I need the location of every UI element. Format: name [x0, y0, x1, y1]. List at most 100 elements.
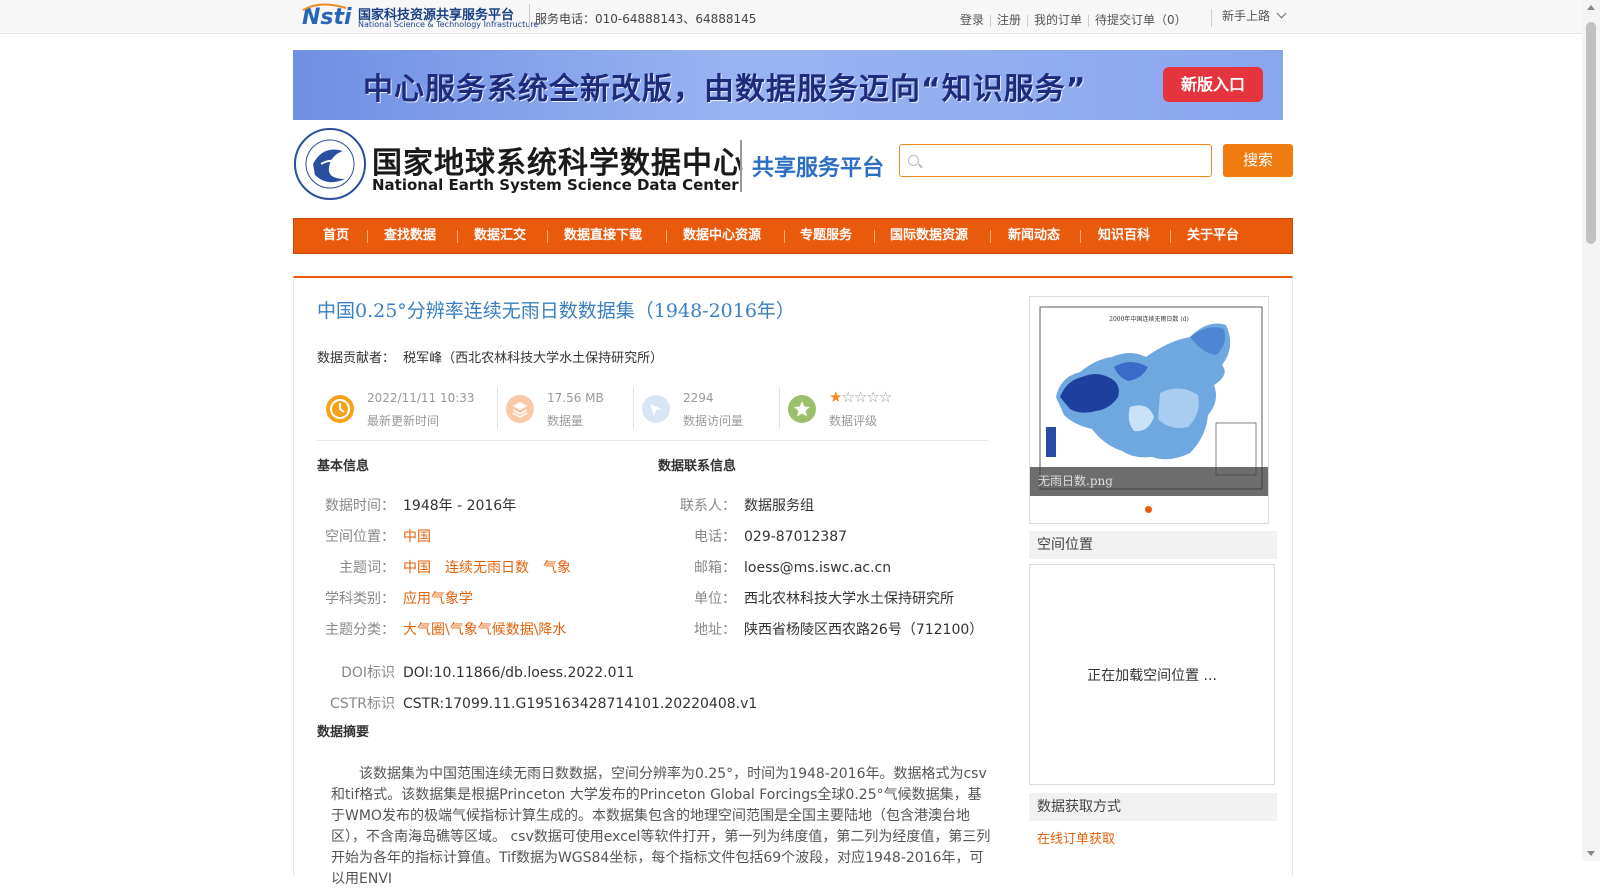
star-empty-icon[interactable]: ☆: [866, 388, 879, 406]
contact-address: 地址： 陕西省杨陵区西农路26号（712100）: [662, 619, 983, 639]
center-title-en: National Earth System Science Data Cente…: [372, 176, 739, 194]
scroll-up-icon[interactable]: [1587, 5, 1595, 10]
visits-icon: [642, 395, 670, 423]
nav-separator: [1080, 230, 1081, 243]
size-label: 数据量: [547, 414, 584, 428]
nav-item-direct-download[interactable]: 数据直接下载: [564, 219, 642, 253]
email-value: loess@ms.iswc.ac.cn: [744, 560, 892, 576]
newbie-label: 新手上路: [1222, 9, 1271, 23]
page-scrollbar[interactable]: [1582, 0, 1600, 861]
newbie-dropdown[interactable]: 新手上路: [1222, 7, 1287, 24]
nav-item-news[interactable]: 新闻动态: [1008, 219, 1060, 253]
nsti-logo[interactable]: Nsti 国家科技资源共享服务平台 National Science & Tec…: [300, 2, 538, 32]
register-link[interactable]: 注册: [997, 13, 1021, 27]
layers-icon: [506, 395, 534, 423]
cstr-value: CSTR:17099.11.G195163428714101.20220408.…: [403, 696, 758, 712]
newbie-divider: [1211, 9, 1212, 27]
chevron-down-icon: [1276, 8, 1287, 19]
access-heading: 数据获取方式: [1029, 793, 1277, 821]
nav-separator: [367, 230, 368, 243]
updated-value: 2022/11/11 10:33: [367, 391, 475, 405]
abstract-text: 该数据集为中国范围连续无雨日数数据，空间分辨率为0.25°，时间为1948-20…: [331, 766, 991, 887]
svg-text:2000年中国连续无雨日数 (d): 2000年中国连续无雨日数 (d): [1109, 315, 1189, 323]
contact-email: 邮箱： loess@ms.iswc.ac.cn: [662, 557, 891, 577]
org-label: 单位：: [694, 591, 736, 607]
nav-item-special-services[interactable]: 专题服务: [800, 219, 852, 253]
keyword-link[interactable]: 连续无雨日数: [445, 560, 529, 576]
rating-stars: ★☆☆☆☆: [829, 388, 892, 406]
contact-phone: 电话： 029-87012387: [662, 526, 847, 546]
location-label: 空间位置：: [325, 529, 395, 545]
star-empty-icon[interactable]: ☆: [854, 388, 867, 406]
map-loading-text: 正在加载空间位置 ...: [1087, 668, 1217, 684]
carousel-dot[interactable]: [1145, 506, 1152, 513]
center-emblem-icon: [294, 128, 366, 200]
nav-item-knowledge[interactable]: 知识百科: [1098, 219, 1150, 253]
email-label: 邮箱：: [694, 560, 736, 576]
nav-separator: [666, 230, 667, 243]
scroll-down-icon[interactable]: [1587, 851, 1595, 856]
rating-label: 数据评级: [829, 414, 878, 428]
discipline-label: 学科类别：: [325, 591, 395, 607]
clock-icon: [326, 395, 354, 423]
category-value[interactable]: 大气圈\气象气候数据\降水: [403, 622, 566, 638]
platform-label: 共享服务平台: [752, 156, 885, 181]
main-nav: 首页 查找数据 数据汇交 数据直接下载 数据中心资源 专题服务 国际数据资源 新…: [293, 218, 1293, 254]
search-box: [899, 144, 1212, 177]
spatial-map[interactable]: 正在加载空间位置 ...: [1029, 564, 1275, 785]
basic-info-heading: 基本信息: [317, 459, 370, 474]
header-divider: [740, 140, 742, 192]
dataset-stats: 2022/11/11 10:33 最新更新时间 17.56 MB 数据量 229…: [317, 385, 988, 441]
size-value: 17.56 MB: [547, 391, 604, 405]
promo-banner[interactable]: 中心服务系统全新改版，由数据服务迈向“知识服务” 新版入口: [293, 50, 1283, 120]
banner-text: 中心服务系统全新改版，由数据服务迈向“知识服务”: [363, 72, 1087, 107]
new-version-button[interactable]: 新版入口: [1163, 67, 1263, 102]
stat-size: 17.56 MB 数据量: [497, 385, 633, 433]
center-logo[interactable]: [293, 127, 368, 206]
keyword-link[interactable]: 气象: [543, 560, 571, 576]
abstract-heading: 数据摘要: [317, 725, 370, 740]
login-link[interactable]: 登录: [960, 13, 984, 27]
address-value: 陕西省杨陵区西农路26号（712100）: [744, 622, 984, 638]
pending-orders-link[interactable]: 待提交订单（0）: [1095, 13, 1187, 27]
stat-visits: 2294 数据访问量: [633, 385, 779, 433]
search-button[interactable]: 搜索: [1223, 144, 1293, 177]
scrollbar-thumb[interactable]: [1586, 22, 1596, 244]
my-orders-link[interactable]: 我的订单: [1034, 13, 1082, 27]
nsti-title-en: National Science & Technology Infrastruc…: [358, 20, 539, 29]
star-filled-icon[interactable]: ★: [829, 388, 842, 406]
star-empty-icon[interactable]: ☆: [879, 388, 892, 406]
dataset-contributor: 数据贡献者： 税军峰（西北农林科技大学水土保持研究所）: [317, 347, 663, 366]
doi-label: DOI标识: [341, 665, 395, 681]
nav-separator: [784, 230, 785, 243]
nav-item-data-submission[interactable]: 数据汇交: [474, 219, 526, 253]
nav-item-find-data[interactable]: 查找数据: [384, 219, 436, 253]
nav-separator: [457, 230, 458, 243]
phone-value: 029-87012387: [744, 529, 848, 545]
star-empty-icon[interactable]: ☆: [841, 388, 854, 406]
search-input[interactable]: [926, 145, 1206, 176]
nav-item-home[interactable]: 首页: [323, 219, 349, 253]
category-label: 主题分类：: [325, 622, 395, 638]
location-value[interactable]: 中国: [403, 529, 431, 545]
info-keywords: 主题词： 中国 连续无雨日数 气象: [324, 557, 585, 577]
info-category: 主题分类： 大气圈\气象气候数据\降水: [324, 619, 566, 639]
contributor-value: 税军峰（西北农林科技大学水土保持研究所）: [403, 351, 664, 366]
person-value: 数据服务组: [744, 498, 814, 514]
keywords-label: 主题词：: [339, 560, 395, 576]
nav-separator: [547, 230, 548, 243]
keywords-list: 中国 连续无雨日数 气象: [403, 560, 585, 576]
online-order-link[interactable]: 在线订单获取: [1037, 828, 1115, 847]
nav-item-center-resources[interactable]: 数据中心资源: [683, 219, 761, 253]
updated-label: 最新更新时间: [367, 414, 440, 428]
keyword-link[interactable]: 中国: [403, 560, 431, 576]
svg-text:Nsti: Nsti: [302, 5, 352, 30]
discipline-value[interactable]: 应用气象学: [403, 591, 473, 607]
nav-separator: [990, 230, 991, 243]
nav-item-international-data[interactable]: 国际数据资源: [890, 219, 968, 253]
top-links: 登录 注册 我的订单 待提交订单（0）: [960, 11, 1187, 28]
cstr-label: CSTR标识: [330, 696, 395, 712]
thumbnail-caption: 无雨日数.png: [1030, 467, 1268, 496]
nav-item-about[interactable]: 关于平台: [1187, 219, 1239, 253]
nav-separator: [874, 230, 875, 243]
